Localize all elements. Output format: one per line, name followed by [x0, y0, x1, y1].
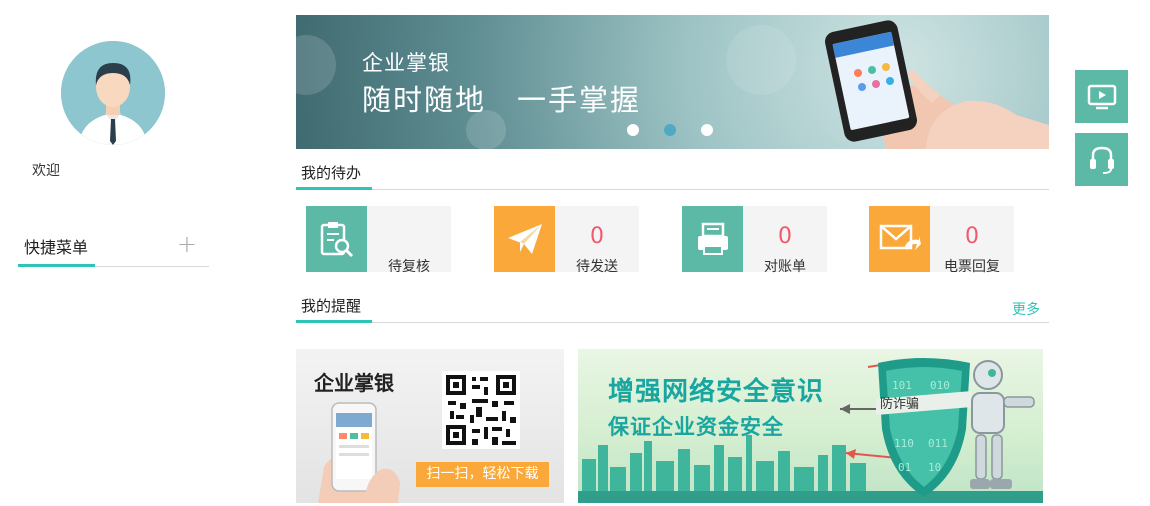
qr-code-icon	[442, 371, 520, 449]
headset-icon	[1089, 146, 1114, 174]
tile-label: 电票回复	[944, 259, 1000, 275]
quick-menu-title[interactable]: 快捷菜单	[24, 234, 88, 258]
tile-label: 对账单	[764, 259, 806, 275]
add-icon[interactable]: +	[177, 230, 197, 258]
tile-count: 0	[778, 224, 792, 249]
promo-app-title: 企业掌银	[314, 371, 394, 395]
tile-count: 0	[965, 224, 979, 249]
customer-service-button[interactable]	[1075, 133, 1128, 186]
quick-menu-underline	[18, 264, 95, 267]
user-avatar-icon	[61, 41, 165, 145]
envelope-reply-icon	[879, 224, 921, 250]
tile-label: 待发送	[576, 259, 618, 275]
todo-tile-bill-reply[interactable]: 0 电票回复	[869, 206, 1014, 275]
svg-text:010: 010	[930, 379, 950, 392]
tile-icon-box	[494, 206, 555, 272]
tile-icon-box	[682, 206, 743, 272]
reminders-title[interactable]: 我的提醒	[301, 295, 361, 316]
paper-plane-icon	[507, 224, 542, 254]
carousel-dot-active[interactable]	[664, 124, 676, 136]
reminders-section-header: 我的提醒 更多	[296, 289, 1049, 323]
banner-subtitle: 随时随地 一手掌握	[362, 83, 642, 117]
bokeh-decoration	[726, 25, 796, 95]
svg-text:101: 101	[892, 379, 912, 392]
tv-play-icon	[1087, 84, 1116, 109]
reminders-title-underline	[296, 320, 372, 323]
bokeh-decoration	[296, 35, 336, 95]
security-promo[interactable]: 增强网络安全意识 保证企业资金安全 101010 110011 0110	[578, 349, 1043, 503]
svg-text:01: 01	[898, 461, 911, 474]
banner-title: 企业掌银	[362, 51, 450, 75]
video-button[interactable]	[1075, 70, 1128, 123]
tile-icon-box	[306, 206, 367, 272]
more-link[interactable]: 更多	[1012, 299, 1040, 319]
tile-icon-box	[869, 206, 930, 272]
banner-carousel[interactable]: 企业掌银 随时随地 一手掌握	[296, 15, 1049, 149]
todo-tile-pending-send[interactable]: 0 待发送	[494, 206, 639, 275]
printer-icon	[697, 222, 728, 255]
qr-code	[442, 371, 520, 449]
app-download-promo[interactable]: 企业掌银 扫一扫，轻松下载	[296, 349, 564, 503]
city-skyline-shield-robot-illustration: 101 010 110 011 01 10	[578, 358, 1043, 503]
clipboard-search-icon	[320, 222, 353, 258]
avatar	[61, 41, 165, 145]
phone-in-hand-icon	[318, 402, 400, 503]
todo-tile-pending-review[interactable]: 待复核	[306, 206, 451, 275]
tile-label: 待复核	[388, 259, 430, 275]
carousel-dot[interactable]	[627, 124, 639, 136]
tile-count: 0	[590, 224, 604, 249]
welcome-text: 欢迎	[32, 163, 60, 179]
todo-tile-statement[interactable]: 0 对账单	[682, 206, 827, 275]
svg-text:110: 110	[894, 437, 914, 450]
todo-title[interactable]: 我的待办	[301, 162, 361, 183]
phone-in-hand-icon	[825, 20, 1049, 149]
todo-section-header: 我的待办	[296, 156, 1049, 190]
svg-text:10: 10	[928, 461, 941, 474]
download-tag: 扫一扫，轻松下载	[416, 462, 549, 487]
quick-menu-header: 快捷菜单 +	[18, 230, 209, 267]
todo-title-underline	[296, 187, 372, 190]
shield-label: 防诈骗	[880, 397, 920, 412]
carousel-dot[interactable]	[701, 124, 713, 136]
svg-text:011: 011	[928, 437, 948, 450]
